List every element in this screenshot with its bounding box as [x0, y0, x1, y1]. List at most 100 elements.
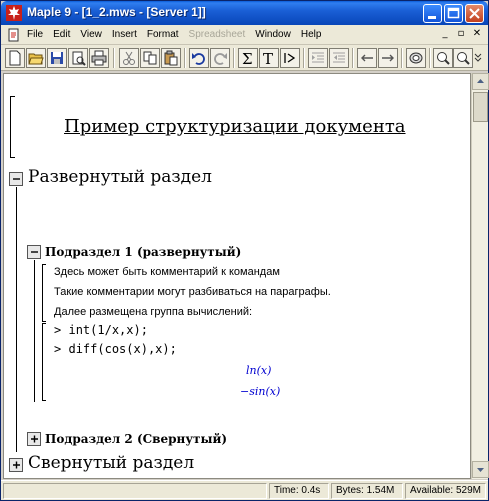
- menu-help[interactable]: Help: [301, 29, 322, 40]
- status-bytes: Bytes: 1.54M: [331, 483, 403, 499]
- maximize-button[interactable]: [444, 4, 463, 23]
- forward-arrow-icon: [382, 54, 394, 62]
- paste-icon: [164, 50, 178, 66]
- execution-group-bracket: [42, 323, 46, 401]
- paste-button[interactable]: [161, 48, 181, 68]
- minimize-icon: [428, 16, 436, 19]
- print-button[interactable]: [89, 48, 109, 68]
- subsection1-toggle[interactable]: [27, 245, 41, 259]
- section1-bracket: [16, 187, 17, 452]
- collapse-icon: [13, 178, 20, 180]
- mdi-minimize-button[interactable]: _: [438, 28, 452, 41]
- open-button[interactable]: [26, 48, 46, 68]
- document-icon[interactable]: [7, 28, 21, 42]
- math-input-button[interactable]: Σ: [238, 48, 258, 68]
- save-button[interactable]: [47, 48, 67, 68]
- toolbar-overflow[interactable]: [472, 48, 484, 68]
- worksheet[interactable]: Пример структуризации документа Разверну…: [3, 73, 471, 479]
- section1-toggle[interactable]: [9, 172, 23, 186]
- menu-bar: File Edit View Insert Format Spreadsheet Windo…: [1, 25, 488, 45]
- prompt-symbol: >: [54, 342, 62, 356]
- expand-icon: [13, 461, 20, 469]
- subsection2-toggle[interactable]: [27, 432, 41, 446]
- output-result: ln(x): [246, 364, 272, 377]
- arrow-up-icon: [477, 79, 484, 83]
- stop-button[interactable]: [406, 48, 426, 68]
- indent-button[interactable]: [308, 48, 328, 68]
- prompt-icon: [284, 53, 296, 63]
- mdi-restore-button[interactable]: ▫: [454, 28, 468, 41]
- undo-icon: [192, 53, 205, 65]
- menu-spreadsheet[interactable]: Spreadsheet: [189, 29, 246, 40]
- print-preview-icon: [72, 51, 86, 66]
- redo-button[interactable]: [210, 48, 230, 68]
- menu-insert[interactable]: Insert: [112, 29, 137, 40]
- new-button[interactable]: [5, 48, 25, 68]
- mdi-close-button[interactable]: ✕: [470, 28, 484, 41]
- section1-title: Развернутый раздел: [28, 167, 212, 187]
- zoom-in-button[interactable]: [433, 48, 453, 68]
- scroll-up-button[interactable]: [472, 73, 489, 90]
- subsection2-title: Подраздел 2 (Свернутый): [45, 432, 228, 446]
- menu-file[interactable]: File: [27, 29, 43, 40]
- zoom-out-icon: [457, 52, 470, 65]
- svg-text:Σ: Σ: [242, 50, 253, 66]
- open-icon: [28, 53, 44, 65]
- command-input[interactable]: > int(1/x,x);: [54, 323, 148, 337]
- section2-toggle[interactable]: [9, 458, 23, 472]
- undo-button[interactable]: [189, 48, 209, 68]
- stop-icon: [409, 52, 423, 64]
- redo-icon: [214, 53, 227, 65]
- status-available: Available: 529M: [405, 483, 486, 499]
- forward-button[interactable]: [378, 48, 398, 68]
- collapse-icon: [31, 251, 38, 253]
- outdent-button[interactable]: [329, 48, 349, 68]
- insert-prompt-button[interactable]: [280, 48, 300, 68]
- command-text[interactable]: int(1/x,x);: [68, 323, 147, 337]
- sigma-icon: Σ: [242, 50, 253, 66]
- print-icon: [91, 50, 107, 66]
- title-group-bracket: [10, 96, 15, 158]
- indent-icon: [312, 52, 324, 63]
- prompt-symbol: >: [54, 323, 62, 337]
- zoom-in-icon: [437, 52, 450, 65]
- cut-icon: [123, 51, 135, 65]
- menu-format[interactable]: Format: [147, 29, 179, 40]
- window-title: Maple 9 - [1_2.mws - [Server 1]]: [27, 5, 206, 19]
- maple-window: Maple 9 - [1_2.mws - [Server 1]] File Edi…: [0, 0, 489, 501]
- scroll-thumb[interactable]: [473, 92, 488, 122]
- close-button[interactable]: [465, 4, 484, 23]
- maximize-icon: [447, 7, 460, 19]
- toolbar: Σ T: [1, 45, 488, 71]
- command-text[interactable]: diff(cos(x),x);: [68, 342, 176, 356]
- vertical-scrollbar[interactable]: [471, 73, 489, 479]
- back-button[interactable]: [357, 48, 377, 68]
- save-icon: [51, 52, 63, 64]
- mdi-controls: _ ▫ ✕: [436, 28, 484, 41]
- outdent-icon: [333, 52, 345, 63]
- scroll-down-button[interactable]: [472, 461, 489, 478]
- document-title: Пример структуризации документа: [64, 116, 406, 137]
- comment-group-bracket: [42, 264, 46, 322]
- title-bar[interactable]: Maple 9 - [1_2.mws - [Server 1]]: [1, 1, 488, 25]
- menu-items: File Edit View Insert Format Spreadsheet Windo…: [27, 29, 331, 40]
- arrow-down-icon: [477, 468, 484, 472]
- comment-line: Здесь может быть комментарий к командам: [54, 266, 280, 278]
- menu-edit[interactable]: Edit: [53, 29, 70, 40]
- back-arrow-icon: [361, 54, 373, 62]
- minimize-button[interactable]: [423, 4, 442, 23]
- menu-view[interactable]: View: [80, 29, 102, 40]
- status-message: [3, 483, 267, 499]
- text-input-button[interactable]: T: [259, 48, 279, 68]
- svg-text:T: T: [263, 50, 273, 66]
- zoom-out-button[interactable]: [453, 48, 473, 68]
- menu-window[interactable]: Window: [255, 29, 291, 40]
- close-icon: [469, 8, 480, 19]
- print-preview-button[interactable]: [68, 48, 88, 68]
- command-input[interactable]: > diff(cos(x),x);: [54, 342, 177, 356]
- section2-title: Свернутый раздел: [28, 453, 195, 473]
- comment-line: Далее размещена группа вычислений:: [54, 306, 253, 318]
- maple-leaf-icon: [6, 5, 22, 21]
- copy-button[interactable]: [140, 48, 160, 68]
- cut-button[interactable]: [119, 48, 139, 68]
